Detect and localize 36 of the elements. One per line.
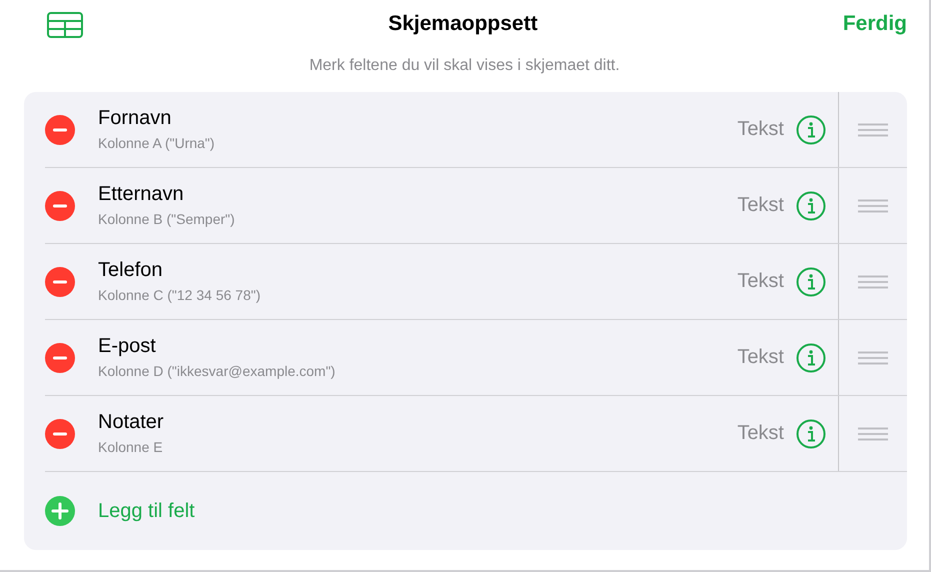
add-field-button[interactable]: Legg til felt: [98, 500, 195, 522]
drag-handle-icon[interactable]: [858, 426, 888, 440]
field-type: Tekst: [737, 422, 784, 445]
field-source: Kolonne D ("ikkesvar@example.com"): [98, 362, 336, 378]
field-name: E-post: [98, 334, 157, 358]
remove-icon[interactable]: [45, 190, 75, 220]
info-icon[interactable]: [796, 114, 826, 144]
add-icon[interactable]: [45, 496, 75, 526]
field-name: Telefon: [98, 258, 164, 282]
field-name: Fornavn: [98, 106, 172, 130]
field-name: Etternavn: [98, 182, 185, 206]
field-name: Notater: [98, 410, 165, 434]
instruction-text: Merk feltene du vil skal vises i skjemaet ditt.: [308, 57, 621, 75]
field-source: Kolonne B ("Semper"): [98, 210, 236, 226]
info-icon[interactable]: [796, 418, 826, 448]
done-button[interactable]: Ferdig: [842, 12, 907, 36]
remove-icon[interactable]: [45, 342, 75, 372]
drag-handle-icon[interactable]: [858, 198, 888, 212]
info-icon[interactable]: [796, 266, 826, 296]
drag-handle-icon[interactable]: [858, 122, 888, 136]
field-source: Kolonne E: [98, 438, 164, 454]
drag-handle-icon[interactable]: [858, 350, 888, 364]
field-source: Kolonne A ("Urna"): [98, 134, 216, 150]
info-icon[interactable]: [796, 342, 826, 372]
field-type: Tekst: [737, 270, 784, 293]
remove-icon[interactable]: [45, 418, 75, 448]
table-icon[interactable]: [47, 12, 83, 38]
field-type: Tekst: [737, 194, 784, 217]
field-type: Tekst: [737, 346, 784, 369]
drag-handle-icon[interactable]: [858, 274, 888, 288]
sheet-title: Skjemaoppsett: [388, 12, 538, 36]
field-type: Tekst: [737, 118, 784, 141]
field-source: Kolonne C ("12 34 56 78"): [98, 286, 262, 302]
remove-icon[interactable]: [45, 266, 75, 296]
info-icon[interactable]: [796, 190, 826, 220]
remove-icon[interactable]: [45, 114, 75, 144]
